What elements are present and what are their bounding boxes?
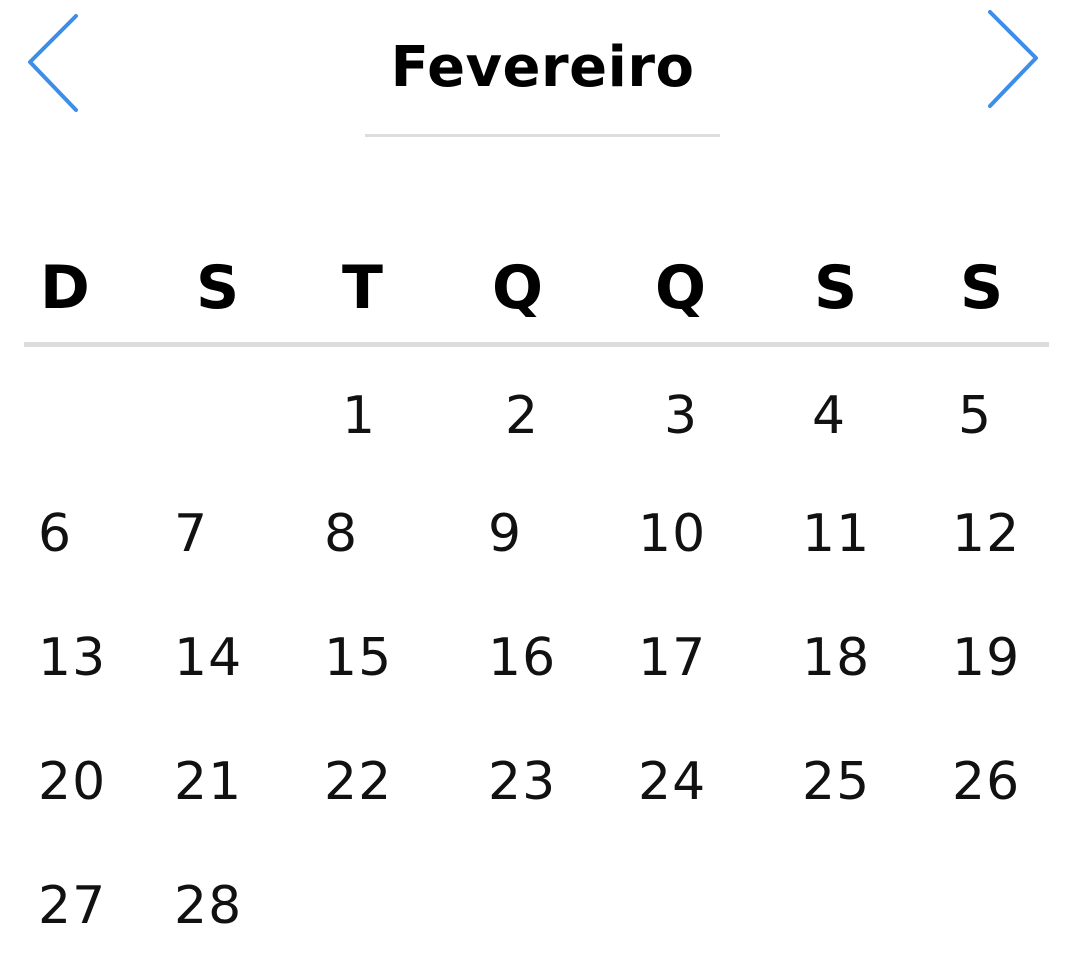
weekday-label: D [40,253,90,323]
day-cell[interactable]: 12 [952,502,1020,566]
day-cell[interactable]: 7 [174,502,208,566]
weekday-label: S [196,253,240,323]
day-cell[interactable]: 9 [488,502,522,566]
weekday-label: S [960,253,1004,323]
day-cell[interactable]: 2 [505,384,539,448]
weekday-label: Q [655,253,707,323]
day-cell[interactable]: 17 [638,626,706,690]
day-cell[interactable]: 16 [488,626,556,690]
weekday-divider [24,342,1049,347]
day-cell[interactable]: 4 [812,384,846,448]
day-cell[interactable]: 11 [802,502,870,566]
day-cell[interactable]: 18 [802,626,870,690]
weekday-label: Q [492,253,544,323]
day-cell[interactable]: 1 [342,384,376,448]
weekday-label: T [342,253,383,323]
day-cell[interactable]: 25 [802,750,870,814]
day-cell[interactable]: 26 [952,750,1020,814]
day-cell[interactable]: 3 [664,384,698,448]
day-cell[interactable]: 19 [952,626,1020,690]
day-cell[interactable]: 14 [174,626,242,690]
day-cell[interactable]: 13 [38,626,106,690]
day-cell[interactable]: 22 [324,750,392,814]
previous-month-button[interactable] [22,12,82,116]
day-cell[interactable]: 27 [38,874,106,938]
day-cell[interactable]: 28 [174,874,242,938]
next-month-button[interactable] [984,8,1044,112]
title-underline [365,134,720,137]
day-cell[interactable]: 15 [324,626,392,690]
day-cell[interactable]: 23 [488,750,556,814]
day-cell[interactable]: 10 [638,502,706,566]
month-title: Fevereiro [390,35,695,100]
chevron-left-icon [28,14,78,112]
weekday-label: S [814,253,858,323]
day-cell[interactable]: 20 [38,750,106,814]
chevron-right-icon [988,10,1038,108]
day-cell[interactable]: 5 [958,384,992,448]
day-cell[interactable]: 24 [638,750,706,814]
day-cell[interactable]: 6 [38,502,72,566]
day-cell[interactable]: 21 [174,750,242,814]
day-cell[interactable]: 8 [324,502,358,566]
